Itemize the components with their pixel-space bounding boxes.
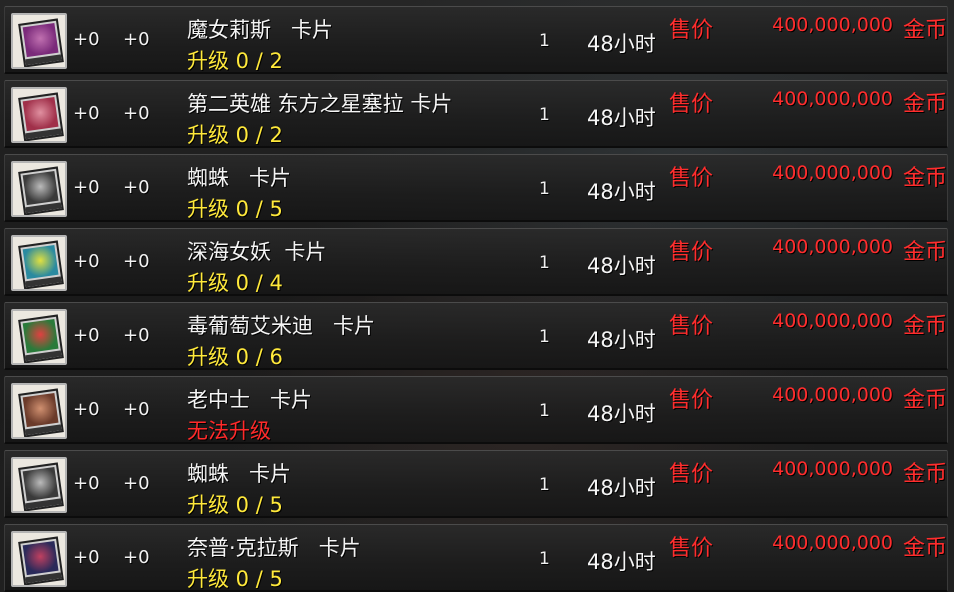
price-value: 400,000,000 [772, 310, 893, 332]
price-value: 400,000,000 [772, 236, 893, 258]
item-quantity: 1 [539, 253, 550, 273]
price-label: 售价 [669, 18, 714, 43]
listing-row[interactable]: +0 +0 毒葡萄艾米迪 卡片 升级 0 / 6 1 48小时 售价 400,0… [4, 302, 948, 370]
price-label: 售价 [669, 240, 714, 265]
enhance-level: +0 [73, 547, 100, 568]
item-name: 魔女莉斯 卡片 [187, 18, 334, 42]
upgrade-status: 升级 0 / 2 [187, 123, 283, 147]
enhance-level: +0 [73, 399, 100, 420]
witch-lilith-card-icon [18, 18, 64, 67]
enhance-level: +0 [73, 473, 100, 494]
listing-duration: 48小时 [587, 106, 656, 130]
upgrade-status: 升级 0 / 5 [187, 493, 283, 517]
item-quantity: 1 [539, 31, 550, 51]
listing-row[interactable]: +0 +0 老中士 卡片 无法升级 1 48小时 售价 400,000,000 … [4, 376, 948, 444]
item-quantity: 1 [539, 549, 550, 569]
card-item-icon[interactable] [11, 235, 67, 291]
item-quantity: 1 [539, 327, 550, 347]
currency-label: 金币 [902, 388, 947, 413]
item-name: 蜘蛛 卡片 [187, 166, 292, 190]
card-item-icon[interactable] [11, 531, 67, 587]
item-quantity: 1 [539, 105, 550, 125]
item-name: 蜘蛛 卡片 [187, 462, 292, 486]
card-item-icon[interactable] [11, 309, 67, 365]
poison-ivy-amidi-card-icon [18, 314, 64, 363]
currency-label: 金币 [902, 166, 947, 191]
item-quantity: 1 [539, 401, 550, 421]
enhance-level: +0 [73, 103, 100, 124]
price-label: 售价 [669, 462, 714, 487]
currency-label: 金币 [902, 462, 947, 487]
listing-duration: 48小时 [587, 402, 656, 426]
listing-row[interactable]: +0 +0 奈普·克拉斯 卡片 升级 0 / 5 1 48小时 售价 400,0… [4, 524, 948, 592]
card-item-icon[interactable] [11, 13, 67, 69]
listing-duration: 48小时 [587, 550, 656, 574]
price-value: 400,000,000 [772, 162, 893, 184]
listing-duration: 48小时 [587, 180, 656, 204]
listing-row[interactable]: +0 +0 第二英雄 东方之星塞拉 卡片 升级 0 / 2 1 48小时 售价 … [4, 80, 948, 148]
upgrade-status: 升级 0 / 2 [187, 49, 283, 73]
listing-duration: 48小时 [587, 32, 656, 56]
price-label: 售价 [669, 536, 714, 561]
price-label: 售价 [669, 388, 714, 413]
amplify-level: +0 [123, 399, 150, 420]
card-item-icon[interactable] [11, 87, 67, 143]
old-sergeant-card-icon [18, 388, 64, 437]
amplify-level: +0 [123, 251, 150, 272]
item-name: 毒葡萄艾米迪 卡片 [187, 314, 376, 338]
price-value: 400,000,000 [772, 458, 893, 480]
spider-card-icon [18, 462, 64, 511]
price-label: 售价 [669, 92, 714, 117]
amplify-level: +0 [123, 473, 150, 494]
price-value: 400,000,000 [772, 88, 893, 110]
listing-row[interactable]: +0 +0 魔女莉斯 卡片 升级 0 / 2 1 48小时 售价 400,000… [4, 6, 948, 74]
price-value: 400,000,000 [772, 14, 893, 36]
item-quantity: 1 [539, 179, 550, 199]
currency-label: 金币 [902, 536, 947, 561]
card-item-icon[interactable] [11, 383, 67, 439]
amplify-level: +0 [123, 29, 150, 50]
listing-row[interactable]: +0 +0 蜘蛛 卡片 升级 0 / 5 1 48小时 售价 400,000,0… [4, 154, 948, 222]
price-value: 400,000,000 [772, 532, 893, 554]
upgrade-status: 升级 0 / 6 [187, 345, 283, 369]
price-label: 售价 [669, 314, 714, 339]
item-name: 老中士 卡片 [187, 388, 313, 412]
amplify-level: +0 [123, 325, 150, 346]
nepp-klass-card-icon [18, 536, 64, 585]
enhance-level: +0 [73, 177, 100, 198]
enhance-level: +0 [73, 325, 100, 346]
upgrade-status: 升级 0 / 5 [187, 567, 283, 591]
listing-duration: 48小时 [587, 328, 656, 352]
upgrade-status: 升级 0 / 4 [187, 271, 283, 295]
card-item-icon[interactable] [11, 457, 67, 513]
item-name: 第二英雄 东方之星塞拉 卡片 [187, 92, 453, 116]
enhance-level: +0 [73, 251, 100, 272]
currency-label: 金币 [902, 314, 947, 339]
currency-label: 金币 [902, 18, 947, 43]
auction-listing: +0 +0 魔女莉斯 卡片 升级 0 / 2 1 48小时 售价 400,000… [0, 0, 954, 592]
amplify-level: +0 [123, 547, 150, 568]
listing-duration: 48小时 [587, 254, 656, 278]
currency-label: 金币 [902, 240, 947, 265]
currency-label: 金币 [902, 92, 947, 117]
item-name: 奈普·克拉斯 卡片 [187, 536, 361, 560]
enhance-level: +0 [73, 29, 100, 50]
card-item-icon[interactable] [11, 161, 67, 217]
spider-card-icon [18, 166, 64, 215]
deep-sea-siren-card-icon [18, 240, 64, 289]
price-label: 售价 [669, 166, 714, 191]
upgrade-status: 无法升级 [187, 419, 271, 443]
listing-row[interactable]: +0 +0 深海女妖 卡片 升级 0 / 4 1 48小时 售价 400,000… [4, 228, 948, 296]
listing-row[interactable]: +0 +0 蜘蛛 卡片 升级 0 / 5 1 48小时 售价 400,000,0… [4, 450, 948, 518]
listing-duration: 48小时 [587, 476, 656, 500]
amplify-level: +0 [123, 177, 150, 198]
star-of-east-sierra-card-icon [18, 92, 64, 141]
price-value: 400,000,000 [772, 384, 893, 406]
amplify-level: +0 [123, 103, 150, 124]
item-name: 深海女妖 卡片 [187, 240, 327, 264]
item-quantity: 1 [539, 475, 550, 495]
upgrade-status: 升级 0 / 5 [187, 197, 283, 221]
